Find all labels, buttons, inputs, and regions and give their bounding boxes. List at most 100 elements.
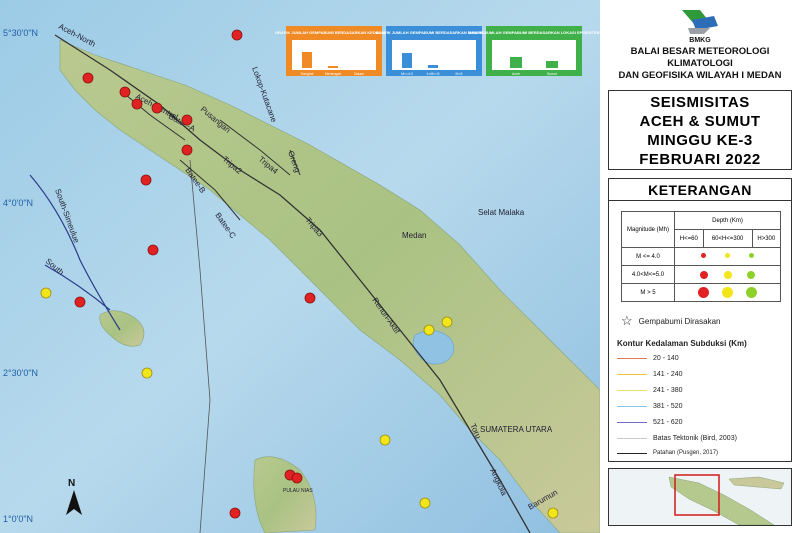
svg-text:BMKG: BMKG bbox=[689, 37, 711, 44]
lat-label: 4°0'0"N bbox=[3, 198, 33, 208]
chart-bar bbox=[328, 66, 338, 68]
title-line: ACEH & SUMUT bbox=[639, 113, 761, 130]
earthquake-dot-shallow-m-small bbox=[147, 244, 159, 256]
org-line: BALAI BESAR METEOROLOGI KLIMATOLOGI bbox=[630, 46, 770, 69]
earthquake-dot-mid-depth bbox=[441, 316, 453, 328]
chart-bar bbox=[546, 61, 558, 68]
title-line: MINGGU KE-3 bbox=[647, 132, 753, 149]
legend-dot bbox=[701, 253, 707, 259]
magnitude-depth-table: Magnitude (Mh) Depth (Km) H<=60 60<H<=30… bbox=[621, 211, 782, 302]
lat-label: 1°0'0"N bbox=[3, 514, 33, 524]
organization-name: BALAI BESAR METEOROLOGI KLIMATOLOGI DAN … bbox=[600, 46, 800, 82]
seismicity-map: 5°30'0"N 4°0'0"N 2°30'0"N 1°0'0"N Aceh-N… bbox=[0, 0, 600, 533]
earthquake-dot-mid-depth bbox=[379, 434, 391, 446]
contour-line-swatch bbox=[617, 406, 647, 407]
earthquake-dot-shallow-m-small bbox=[291, 472, 303, 484]
title-line: SEISMISITAS bbox=[650, 94, 750, 111]
earthquake-dot-shallow-m-small bbox=[181, 144, 193, 156]
earthquake-dot-shallow-m-small bbox=[181, 114, 193, 126]
felt-legend: ☆ Gempabumi Dirasakan bbox=[621, 313, 720, 329]
contour-row: 141 - 240 bbox=[617, 371, 683, 378]
svg-text:GRAFIK JUMLAH GEMPABUMI BERDAS: GRAFIK JUMLAH GEMPABUMI BERDASARKAN LOKA… bbox=[468, 30, 599, 35]
contour-label: 521 - 620 bbox=[653, 419, 683, 426]
depth-col: H>300 bbox=[751, 229, 782, 248]
star-icon: ☆ bbox=[621, 313, 633, 328]
legend-dots bbox=[674, 283, 781, 302]
place-label: SUMATERA UTARA bbox=[480, 425, 553, 434]
chart-bar bbox=[402, 53, 412, 68]
earthquake-dot-mid-depth bbox=[423, 324, 435, 336]
svg-text:N: N bbox=[68, 478, 75, 489]
earthquake-dot-shallow-m-small bbox=[229, 507, 241, 519]
svg-text:M<=4.0: M<=4.0 bbox=[401, 72, 413, 76]
svg-text:Sumut: Sumut bbox=[547, 72, 557, 76]
contour-label: 141 - 240 bbox=[653, 371, 683, 378]
legend-dot bbox=[723, 270, 732, 279]
svg-text:Aceh: Aceh bbox=[512, 72, 520, 76]
earthquake-dot-shallow-m-small bbox=[119, 86, 131, 98]
chart-bar bbox=[302, 52, 312, 68]
contour-line-swatch bbox=[617, 358, 647, 359]
location-chart: GRAFIK JUMLAH GEMPABUMI BERDASARKAN LOKA… bbox=[468, 26, 600, 76]
svg-text:4<M<=5: 4<M<=5 bbox=[427, 72, 440, 76]
earthquake-dot-shallow-m-small bbox=[231, 29, 243, 41]
legend-dot bbox=[747, 270, 756, 279]
tectonic-row: Batas Tektonik (Bird, 2003) bbox=[617, 435, 737, 442]
depth-header: Depth (Km) bbox=[674, 211, 781, 230]
place-label: PULAU NIAS bbox=[283, 488, 313, 494]
earthquake-dot-shallow-m-small bbox=[131, 98, 143, 110]
mag-row: M <= 4.0 bbox=[621, 247, 675, 266]
legend-panel: BMKG BALAI BESAR METEOROLOGI KLIMATOLOGI… bbox=[600, 0, 800, 533]
contour-row: 381 - 520 bbox=[617, 403, 683, 410]
legend-body: Magnitude (Mh) Depth (Km) H<=60 60<H<=30… bbox=[608, 200, 792, 462]
earthquake-dot-mid-depth bbox=[419, 497, 431, 509]
mag-row: 4.0<M<=5.0 bbox=[621, 265, 675, 284]
contour-line-swatch bbox=[617, 422, 647, 423]
earthquake-dot-mid-depth bbox=[547, 507, 559, 519]
legend-dots bbox=[674, 265, 781, 284]
legend-dot bbox=[745, 287, 757, 298]
title-line: FEBRUARI 2022 bbox=[639, 151, 761, 168]
earthquake-dot-shallow-m-small bbox=[82, 72, 94, 84]
contour-line-swatch bbox=[617, 390, 647, 391]
contour-title: Kontur Kedalaman Subduksi (Km) bbox=[617, 339, 747, 348]
earthquake-dot-shallow-m-small bbox=[140, 174, 152, 186]
depth-col: 60<H<=300 bbox=[702, 229, 753, 248]
legend-dot bbox=[698, 287, 710, 298]
org-line: DAN GEOFISIKA WILAYAH I MEDAN bbox=[618, 70, 782, 81]
legend-heading: KETERANGAN bbox=[608, 178, 792, 200]
contour-label: 20 - 140 bbox=[653, 355, 679, 362]
fault-line-swatch bbox=[617, 452, 647, 454]
tectonic-line-swatch bbox=[617, 438, 647, 439]
earthquake-dot-mid-depth bbox=[141, 367, 153, 379]
map-title: SEISMISITAS ACEH & SUMUT MINGGU KE-3 FEB… bbox=[608, 90, 792, 170]
contour-row: 241 - 380 bbox=[617, 387, 683, 394]
chart-bar bbox=[428, 65, 438, 68]
felt-label: Gempabumi Dirasakan bbox=[638, 316, 721, 326]
inset-map-graphic bbox=[668, 474, 785, 525]
lat-label: 2°30'0"N bbox=[3, 368, 38, 378]
earthquake-dot-shallow-m-small bbox=[151, 102, 163, 114]
inset-locator-map bbox=[608, 468, 792, 526]
contour-label: 381 - 520 bbox=[653, 403, 683, 410]
earthquake-dot-shallow-m-small bbox=[74, 296, 86, 308]
fault-legend-label: Patahan (Pusgen, 2017) bbox=[653, 450, 719, 456]
legend-dots bbox=[674, 247, 781, 266]
svg-text:Dalam: Dalam bbox=[354, 72, 364, 76]
contour-line-swatch bbox=[617, 374, 647, 375]
bmkg-logo: BMKG bbox=[682, 10, 718, 44]
contour-row: 521 - 620 bbox=[617, 419, 683, 426]
legend-dot bbox=[725, 253, 730, 259]
place-label: Selat Malaka bbox=[478, 208, 525, 217]
fault-row: Patahan (Pusgen, 2017) bbox=[617, 450, 718, 456]
svg-text:Menengah: Menengah bbox=[325, 72, 342, 76]
place-label: Medan bbox=[402, 231, 426, 240]
mag-row: M > 5 bbox=[621, 283, 675, 302]
contour-label: 241 - 380 bbox=[653, 387, 683, 394]
lat-label: 5°30'0"N bbox=[3, 28, 38, 38]
depth-col: H<=60 bbox=[674, 229, 704, 248]
mag-header: Magnitude (Mh) bbox=[621, 211, 675, 248]
chart-bar bbox=[510, 57, 522, 68]
legend-dot bbox=[748, 253, 754, 259]
svg-text:Dangkal: Dangkal bbox=[301, 72, 314, 76]
